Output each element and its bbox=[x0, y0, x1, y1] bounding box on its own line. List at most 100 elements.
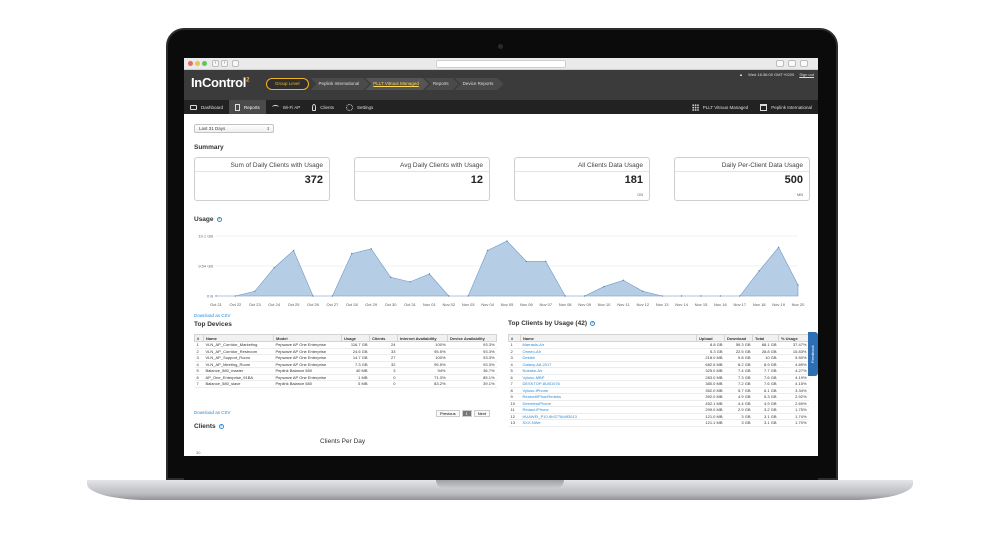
table-cell: 1.70% bbox=[778, 419, 809, 427]
column-header[interactable]: Internet Availability bbox=[397, 334, 448, 342]
data-point bbox=[700, 295, 702, 297]
screen-bezel-bottom bbox=[184, 456, 818, 480]
column-header[interactable]: Clients bbox=[369, 334, 398, 342]
data-point bbox=[758, 270, 760, 272]
column-header[interactable]: Name bbox=[520, 334, 697, 342]
column-header[interactable]: Device Availability bbox=[447, 334, 497, 342]
signout-link[interactable]: Sign out bbox=[799, 72, 814, 77]
nav-wifi-ap[interactable]: Wi-Fi AP bbox=[266, 100, 307, 114]
x-tick-label: Nov 20 bbox=[792, 302, 805, 307]
webcam bbox=[498, 44, 503, 49]
pager-page-1[interactable]: 1 bbox=[461, 410, 472, 417]
data-point bbox=[545, 260, 547, 263]
nav-dashboard[interactable]: Dashboard bbox=[184, 100, 229, 114]
table-row[interactable]: 7 Balance_580_slave Peplink Balance 580 5 M… bbox=[194, 380, 497, 388]
browser-back-button[interactable]: ‹ bbox=[212, 60, 219, 67]
window-maximize-button[interactable] bbox=[202, 61, 207, 66]
nav-clients[interactable]: Clients bbox=[306, 100, 340, 114]
breadcrumb-organization[interactable]: Peplink International bbox=[311, 78, 370, 90]
nav-org-switcher[interactable]: Peplink International bbox=[754, 100, 818, 114]
table-cell: Balance_580_slave bbox=[203, 380, 274, 388]
x-tick-label: Nov 04 bbox=[481, 302, 494, 307]
x-tick-label: Oct 31 bbox=[404, 302, 417, 307]
pager-previous-button[interactable]: Previous bbox=[436, 410, 460, 417]
x-tick-label: Nov 17 bbox=[733, 302, 746, 307]
window-close-button[interactable] bbox=[188, 61, 193, 66]
nav-right: PLLT Vitruus Managed Peplink Internation… bbox=[686, 100, 818, 114]
address-bar[interactable] bbox=[436, 60, 566, 68]
breadcrumb-group[interactable]: PLLT Vitruus Managed bbox=[365, 78, 429, 90]
gear-icon bbox=[346, 103, 354, 111]
column-header[interactable]: Download bbox=[724, 334, 753, 342]
breadcrumb-group-level[interactable]: Group Level bbox=[266, 78, 309, 90]
data-point bbox=[215, 295, 217, 297]
help-icon[interactable]: ? bbox=[216, 216, 222, 222]
x-tick-label: Nov 16 bbox=[714, 302, 727, 307]
table-row[interactable]: 13 SXX-NWe 121.1 MB 3 GB 3.1 GB 1.70% bbox=[508, 419, 809, 427]
data-point bbox=[409, 281, 411, 283]
date-range-select[interactable]: Last 31 Days ⇕ bbox=[194, 124, 274, 133]
data-point bbox=[389, 276, 392, 278]
x-tick-label: Oct 27 bbox=[327, 302, 340, 307]
data-point bbox=[292, 249, 295, 252]
breadcrumb-reports[interactable]: Reports bbox=[425, 78, 459, 90]
x-tick-label: Oct 26 bbox=[307, 302, 320, 307]
column-header[interactable]: Total bbox=[752, 334, 779, 342]
x-tick-label: Oct 30 bbox=[385, 302, 398, 307]
table-cell[interactable]: SXX-NWe bbox=[520, 419, 697, 427]
data-point bbox=[486, 249, 489, 252]
data-point bbox=[680, 295, 683, 297]
main-nav: Dashboard Reports Wi-Fi AP Clients Setti… bbox=[184, 100, 818, 114]
app-header: InControl2 Group Level Peplink Internati… bbox=[184, 70, 818, 100]
grid-icon bbox=[691, 103, 699, 111]
y-tick-label: 19.1 GB bbox=[198, 234, 213, 239]
tabs-icon[interactable] bbox=[800, 60, 808, 67]
summary-card-avg-daily-clients: Avg Daily Clients with Usage 12 bbox=[354, 157, 490, 201]
y-tick-label: 0 B bbox=[207, 294, 213, 299]
nav-group-switcher[interactable]: PLLT Vitruus Managed bbox=[686, 100, 755, 114]
devices-download-csv-link[interactable]: Download as CSV bbox=[194, 410, 231, 415]
help-icon[interactable]: ? bbox=[218, 423, 224, 429]
clients-chart-title: Clients Per Day bbox=[320, 438, 366, 445]
summary-card-sum-daily-clients: Sum of Daily Clients with Usage 372 bbox=[194, 157, 330, 201]
data-point bbox=[448, 295, 450, 297]
column-header[interactable]: Usage bbox=[341, 334, 370, 342]
window-minimize-button[interactable] bbox=[195, 61, 200, 66]
data-point bbox=[351, 252, 353, 255]
x-tick-label: Oct 25 bbox=[288, 302, 301, 307]
sidebar-toggle-icon[interactable] bbox=[232, 60, 239, 67]
pager-next-button[interactable]: Next bbox=[473, 410, 491, 417]
breadcrumb-device-reports[interactable]: Device Reports bbox=[455, 78, 504, 90]
table-cell: 3 GB bbox=[724, 419, 753, 427]
share-icon[interactable] bbox=[788, 60, 796, 67]
column-header[interactable]: Upload bbox=[696, 334, 725, 342]
x-tick-label: Nov 02 bbox=[442, 302, 455, 307]
x-tick-label: Nov 09 bbox=[578, 302, 591, 307]
x-tick-label: Oct 24 bbox=[268, 302, 281, 307]
column-header[interactable]: Model bbox=[273, 334, 342, 342]
settings-icon[interactable] bbox=[776, 60, 784, 67]
incontrol-logo[interactable]: InControl2 bbox=[191, 75, 249, 90]
column-header[interactable]: % Usage bbox=[778, 334, 809, 342]
data-point bbox=[428, 273, 431, 275]
nav-settings[interactable]: Settings bbox=[340, 100, 379, 114]
usage-download-csv-link[interactable]: Download as CSV bbox=[194, 313, 231, 318]
data-point bbox=[506, 240, 508, 242]
timestamp: Wed 16:36:00 GMT+0200 bbox=[748, 72, 795, 77]
table-cell: 13 bbox=[508, 419, 521, 427]
x-tick-label: Nov 11 bbox=[617, 302, 630, 307]
x-tick-label: Oct 22 bbox=[230, 302, 243, 307]
table-cell: Peplink Balance 580 bbox=[273, 380, 342, 388]
table-cell: 121.1 MB bbox=[696, 419, 725, 427]
browser-forward-button[interactable]: › bbox=[221, 60, 228, 67]
feedback-tab[interactable]: Feedback bbox=[808, 332, 818, 376]
table-cell: 5 MB bbox=[341, 380, 370, 388]
data-point bbox=[467, 295, 469, 297]
x-tick-label: Nov 05 bbox=[501, 302, 514, 307]
help-icon[interactable]: ? bbox=[589, 320, 595, 326]
x-tick-label: Nov 10 bbox=[598, 302, 611, 307]
data-point bbox=[642, 290, 644, 292]
x-tick-label: Nov 01 bbox=[423, 302, 436, 307]
nav-reports[interactable]: Reports bbox=[229, 100, 266, 114]
column-header[interactable]: Name bbox=[203, 334, 274, 342]
